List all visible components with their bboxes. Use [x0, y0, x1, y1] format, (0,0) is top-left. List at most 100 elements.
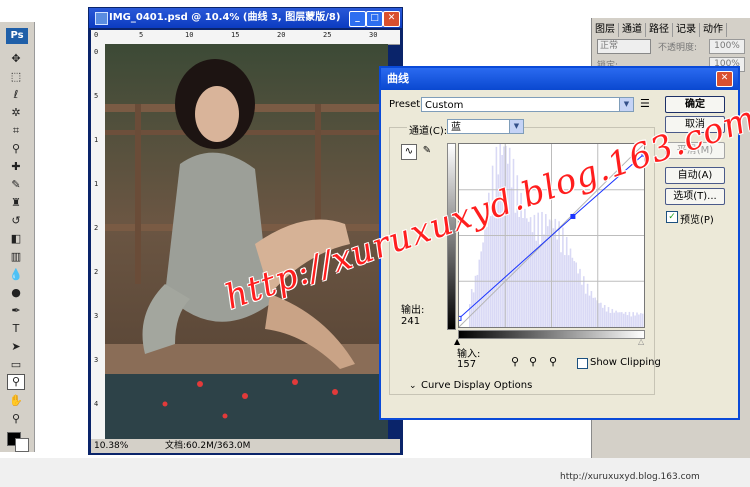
hand-tool-icon[interactable]: ✋ — [8, 394, 24, 408]
input-gradient-bar — [458, 330, 645, 339]
document-title-bar[interactable]: IMG_0401.psd @ 10.4% (曲线 3, 图层蒙版/8) _ □ … — [89, 8, 402, 28]
ruler-top: 0 5 10 15 20 25 30 — [91, 30, 400, 45]
histogram-bar — [518, 216, 520, 327]
stamp-tool-icon[interactable]: ♜ — [8, 196, 24, 210]
options-button[interactable]: 选项(T)... — [665, 188, 725, 205]
histogram-bar — [600, 302, 602, 327]
healing-tool-icon[interactable]: ✚ — [8, 160, 24, 174]
crop-tool-icon[interactable]: ⌗ — [8, 124, 24, 138]
histogram-bar — [586, 283, 589, 327]
marquee-tool-icon[interactable]: ⬚ — [8, 70, 24, 84]
dodge-tool-icon[interactable]: ● — [8, 286, 24, 300]
curve-control-point[interactable] — [456, 315, 462, 321]
histogram-bar — [573, 261, 576, 327]
maximize-icon[interactable]: □ — [366, 11, 383, 27]
zoom-tool-icon[interactable]: ⚲ — [8, 412, 24, 426]
tab-history[interactable]: 记录 — [673, 23, 700, 37]
document-title: IMG_0401.psd @ 10.4% (曲线 3, 图层蒙版/8) — [109, 12, 341, 23]
white-point-slider-icon[interactable]: △ — [638, 337, 644, 346]
lasso-tool-icon[interactable]: ℓ — [8, 88, 24, 102]
eyedropper-tool-icon[interactable]: ⚲ — [8, 142, 24, 156]
ruler-top-label: 30 — [369, 31, 378, 39]
pen-tool-icon[interactable]: ✒ — [8, 304, 24, 318]
gradient-tool-icon[interactable]: ▥ — [8, 250, 24, 264]
input-value: 157 — [457, 359, 477, 370]
pencil-icon[interactable]: ✎ — [420, 144, 434, 158]
histogram-bar — [545, 214, 547, 327]
preset-value: Custom — [425, 100, 464, 111]
preset-label: Preset: — [389, 99, 424, 110]
path-select-icon[interactable]: ➤ — [8, 340, 24, 354]
brush-tool-icon[interactable]: ✎ — [8, 178, 24, 192]
ruler-left-label: 2 — [94, 224, 99, 232]
close-icon[interactable]: ✕ — [383, 11, 400, 27]
ruler-left-label: 0 — [94, 48, 99, 56]
shape-tool-icon[interactable]: ▭ — [8, 358, 24, 372]
chevron-down-icon: ▼ — [509, 120, 523, 133]
ruler-left-label: 5 — [94, 92, 99, 100]
histogram-bar — [529, 217, 532, 327]
black-eyedropper-icon[interactable]: ⚲ — [511, 355, 519, 368]
magic-wand-tool-icon[interactable]: ✲ — [8, 106, 24, 120]
zoom-readout[interactable]: 10.38% — [94, 439, 128, 453]
blur-tool-icon[interactable]: 💧 — [8, 268, 24, 282]
ruler-top-label: 0 — [94, 31, 99, 39]
minimize-icon[interactable]: _ — [349, 11, 366, 27]
histogram-bar — [626, 315, 629, 327]
histogram-bar — [613, 312, 615, 327]
tab-layers[interactable]: 图层 — [592, 23, 619, 37]
history-brush-icon[interactable]: ↺ — [8, 214, 24, 228]
curve-control-point[interactable] — [570, 213, 576, 219]
histogram-bar — [527, 221, 530, 327]
channel-value: 蓝 — [451, 122, 461, 133]
blend-mode-select[interactable]: 正常 — [597, 39, 651, 54]
white-eyedropper-icon[interactable]: ⚲ — [549, 355, 557, 368]
histogram-bar — [480, 251, 482, 327]
histogram-bar — [533, 214, 536, 327]
histogram-bar — [598, 303, 600, 327]
histogram-bar — [617, 312, 619, 327]
histogram-bar — [567, 255, 570, 327]
histogram-bar — [501, 154, 503, 327]
histogram-bar — [552, 228, 555, 327]
panel-tabs: 图层 通道 路径 记录 动作 — [592, 22, 727, 37]
background-color-swatch[interactable] — [15, 438, 29, 452]
preset-select[interactable]: Custom ▼ — [421, 97, 634, 112]
histogram-bar — [558, 221, 560, 327]
toolbox: Ps ✥ ⬚ ℓ ✲ ⌗ ⚲ ✚ ✎ ♜ ↺ ◧ ▥ 💧 ● ✒ T ➤ ▭ ⚲… — [0, 22, 35, 452]
histogram-bar — [482, 242, 484, 327]
opacity-input[interactable]: 100% — [709, 39, 745, 54]
histogram-bar — [611, 308, 614, 327]
histogram-bar — [609, 312, 612, 327]
preview-checkbox[interactable]: ✓ — [666, 211, 678, 223]
move-tool-icon[interactable]: ✥ — [8, 52, 24, 66]
eyedropper-active-icon[interactable]: ⚲ — [7, 374, 25, 390]
histogram-bar — [602, 307, 604, 327]
curve-display-options-label[interactable]: Curve Display Options — [421, 380, 532, 391]
channel-select[interactable]: 蓝 ▼ — [447, 119, 524, 134]
histogram-bar — [526, 218, 528, 327]
preset-menu-icon[interactable]: ☰ — [640, 97, 650, 110]
histogram-bar — [590, 291, 593, 327]
tab-paths[interactable]: 路径 — [646, 23, 673, 37]
tab-channels[interactable]: 通道 — [619, 23, 646, 37]
dialog-close-icon[interactable]: ✕ — [716, 71, 733, 87]
expand-chevron-icon[interactable]: ⌄ — [409, 381, 417, 391]
curve-edit-icon[interactable]: ∿ — [401, 144, 417, 160]
ruler-left-label: 3 — [94, 356, 99, 364]
histogram-bar — [495, 146, 498, 327]
eraser-tool-icon[interactable]: ◧ — [8, 232, 24, 246]
curves-title-bar[interactable]: 曲线 ✕ — [381, 68, 738, 90]
gray-eyedropper-icon[interactable]: ⚲ — [529, 355, 537, 368]
histogram-bar — [541, 211, 543, 327]
tab-actions[interactable]: 动作 — [700, 23, 727, 37]
ruler-left-label: 2 — [94, 268, 99, 276]
show-clipping-checkbox[interactable] — [577, 358, 588, 369]
histogram-bar — [486, 226, 488, 327]
histogram-bar — [484, 222, 486, 327]
type-tool-icon[interactable]: T — [8, 322, 24, 336]
auto-button[interactable]: 自动(A) — [665, 167, 725, 184]
histogram-bar — [556, 239, 558, 327]
channel-label: 通道(C): — [407, 122, 450, 137]
histogram-bar — [603, 305, 606, 327]
